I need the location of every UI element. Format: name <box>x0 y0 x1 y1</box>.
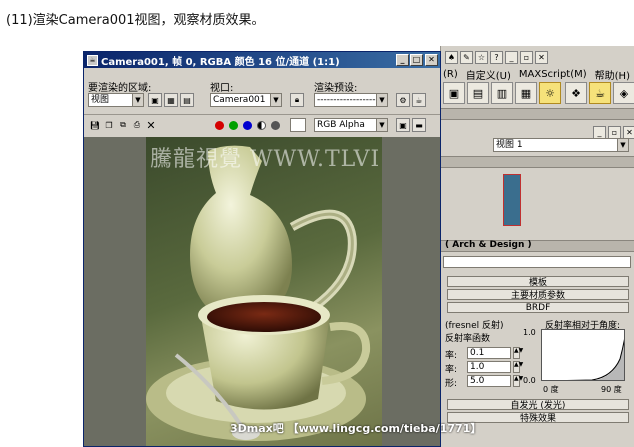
menu-item-customize[interactable]: 自定义(U) <box>466 67 511 82</box>
curve-label: 反射率函数 <box>445 334 491 344</box>
render-window-titlebar[interactable]: ☕ Camera001, 帧 0, RGBA 颜色 16 位/通道 (1:1) <box>84 52 440 68</box>
render-icon[interactable]: ☕ <box>412 93 426 107</box>
graph-x-right: 90 度 <box>601 385 622 394</box>
lock-icon[interactable]: 🔒︎ <box>290 93 304 107</box>
preset-label: 渲染预设: <box>314 83 358 94</box>
reflectivity-curve-icon <box>566 339 624 380</box>
render-viewport[interactable]: 騰龍視覺 WWW.TLVI.NET <box>84 137 440 446</box>
color-swatch[interactable] <box>290 118 306 132</box>
window-maximize-button[interactable]: □ <box>410 54 423 66</box>
window-minimize-button[interactable]: _ <box>396 54 409 66</box>
render-frame-window: ☕ Camera001, 帧 0, RGBA 颜色 16 位/通道 (1:1) … <box>83 51 441 447</box>
copy-icon[interactable]: ❐ <box>102 118 116 132</box>
rendered-image: 騰龍視覺 WWW.TLVI.NET <box>146 137 382 446</box>
graph-x-left: 0 度 <box>543 385 559 394</box>
panel-header-bar <box>441 108 634 120</box>
toolbar-button-3[interactable]: ▥ <box>491 82 513 104</box>
save-icon[interactable]: 💾︎ <box>88 118 102 132</box>
material-type-label: ( Arch & Design ) <box>445 240 532 250</box>
rollout-self-illumination[interactable]: 自发光 (发光) <box>447 399 629 411</box>
top-icon-row: ♠ ✎ ☆ ? _ ▫ ✕ <box>445 49 550 65</box>
star-icon[interactable]: ☆ <box>475 50 488 64</box>
mono-icon[interactable] <box>271 121 280 130</box>
material-swatch[interactable] <box>503 174 521 226</box>
watermark-text: 騰龍視覺 WWW.TLVI.NET <box>150 147 382 172</box>
teapot-cup-render-icon <box>146 145 371 441</box>
blue-channel-icon[interactable] <box>243 121 252 130</box>
teapot-icon: ☕ <box>87 54 98 66</box>
panel-close-icon[interactable]: ✕ <box>623 125 634 139</box>
toolbar-button-4[interactable]: ▦ <box>515 82 537 104</box>
red-channel-icon[interactable] <box>215 121 224 130</box>
toolbar-button-8[interactable]: ◈ <box>613 82 634 104</box>
clear-icon[interactable]: ✕ <box>144 118 158 132</box>
spinner-curve-shape[interactable]: 5.0 <box>467 375 511 387</box>
footer-watermark: 3Dmax吧 【www.lingcg.com/tieba/1771】 <box>230 422 482 435</box>
window-close-button[interactable]: ✕ <box>425 54 438 66</box>
chevron-down-icon: ▼ <box>376 119 387 131</box>
menu-item-maxscript[interactable]: MAXScript(M) <box>519 69 587 80</box>
menu-item-render[interactable]: (R) <box>443 69 458 80</box>
spinner-arrows-icon[interactable]: ▲▼ <box>513 347 523 359</box>
caption-text: (11)渲染Camera001视图，观察材质效果。 <box>6 13 265 28</box>
channel-dropdown[interactable]: RGB Alpha ▼ <box>314 118 388 132</box>
toggle-ui-icon[interactable]: ▬ <box>412 118 426 132</box>
print-icon[interactable]: ⎙ <box>130 118 144 132</box>
render-setup-icon[interactable]: ⚙ <box>396 93 410 107</box>
viewport-dropdown[interactable]: Camera001 ▼ <box>210 93 282 107</box>
render-window-title: Camera001, 帧 0, RGBA 颜色 16 位/通道 (1:1) <box>101 56 340 68</box>
help-icon[interactable]: ? <box>490 50 503 64</box>
chevron-down-icon: ▼ <box>617 139 628 151</box>
minimize-icon[interactable]: _ <box>505 50 518 64</box>
area-label: 要渲染的区域: <box>88 83 152 94</box>
area-dropdown[interactable]: 视图 ▼ <box>88 93 144 107</box>
material-editor-bar <box>441 156 634 168</box>
render-setup-button[interactable]: ☼ <box>539 82 561 104</box>
green-channel-icon[interactable] <box>229 121 238 130</box>
rollout-templates[interactable]: 模板 <box>447 276 629 288</box>
rollout-brdf[interactable]: BRDF <box>447 302 629 313</box>
render-frame-button[interactable]: ❖ <box>565 82 587 104</box>
spinner-arrows-icon[interactable]: ▲▼ <box>513 361 523 373</box>
menu-bar: (R) 自定义(U) MAXScript(M) 帮助(H) <box>443 66 630 82</box>
alpha-channel-icon[interactable] <box>257 121 266 130</box>
spinner-0-deg[interactable]: 0.1 <box>467 347 511 359</box>
toolbar-button-2[interactable]: ▤ <box>467 82 489 104</box>
chevron-down-icon: ▼ <box>132 94 143 106</box>
rollout-main-params[interactable]: 主要材质参数 <box>447 289 629 301</box>
max-command-panel: ♠ ✎ ☆ ? _ ▫ ✕ (R) 自定义(U) MAXScript(M) 帮助… <box>440 46 634 447</box>
menu-item-help[interactable]: 帮助(H) <box>595 67 630 82</box>
tools-icon[interactable]: ✎ <box>460 50 473 64</box>
auto-region-button[interactable]: ▦ <box>164 93 178 107</box>
spinner-label-3: 形: <box>445 379 458 389</box>
graph-y-top: 1.0 <box>523 328 536 337</box>
material-type-bar: ( Arch & Design ) <box>441 240 634 252</box>
spinner-arrows-icon[interactable]: ▲▼ <box>513 375 523 387</box>
edit-region-button[interactable]: ▣ <box>148 93 162 107</box>
toolbar-divider <box>84 114 440 115</box>
panel-restore-icon[interactable]: ▫ <box>608 125 621 139</box>
close-icon[interactable]: ✕ <box>535 50 548 64</box>
restore-icon[interactable]: ▫ <box>520 50 533 64</box>
chevron-down-icon: ▼ <box>270 94 281 106</box>
binoculars-icon[interactable]: ♠ <box>445 50 458 64</box>
fresnel-label: (fresnel 反射) <box>445 321 504 331</box>
region-lock-button[interactable]: ▤ <box>180 93 194 107</box>
viewport-label: 视口: <box>210 83 234 94</box>
spinner-label-1: 率: <box>445 351 458 361</box>
spinner-label-2: 率: <box>445 365 458 375</box>
preset-dropdown[interactable]: ------------------- ▼ <box>314 93 388 107</box>
material-name-field[interactable] <box>443 256 631 268</box>
spinner-90-deg[interactable]: 1.0 <box>467 361 511 373</box>
display-channel-icon[interactable]: ▣ <box>396 118 410 132</box>
panel-minimize-icon[interactable]: _ <box>593 125 606 139</box>
toolbar-button-1[interactable]: ▣ <box>443 82 465 104</box>
graph-y-bottom: 0.0 <box>523 376 536 385</box>
view-dropdown[interactable]: 视图 1 ▼ <box>493 138 629 152</box>
quick-render-button[interactable]: ☕ <box>589 82 611 104</box>
clone-icon[interactable]: ⧉ <box>116 118 130 132</box>
chevron-down-icon: ▼ <box>376 94 387 106</box>
reflectivity-curve-graph <box>541 329 625 381</box>
